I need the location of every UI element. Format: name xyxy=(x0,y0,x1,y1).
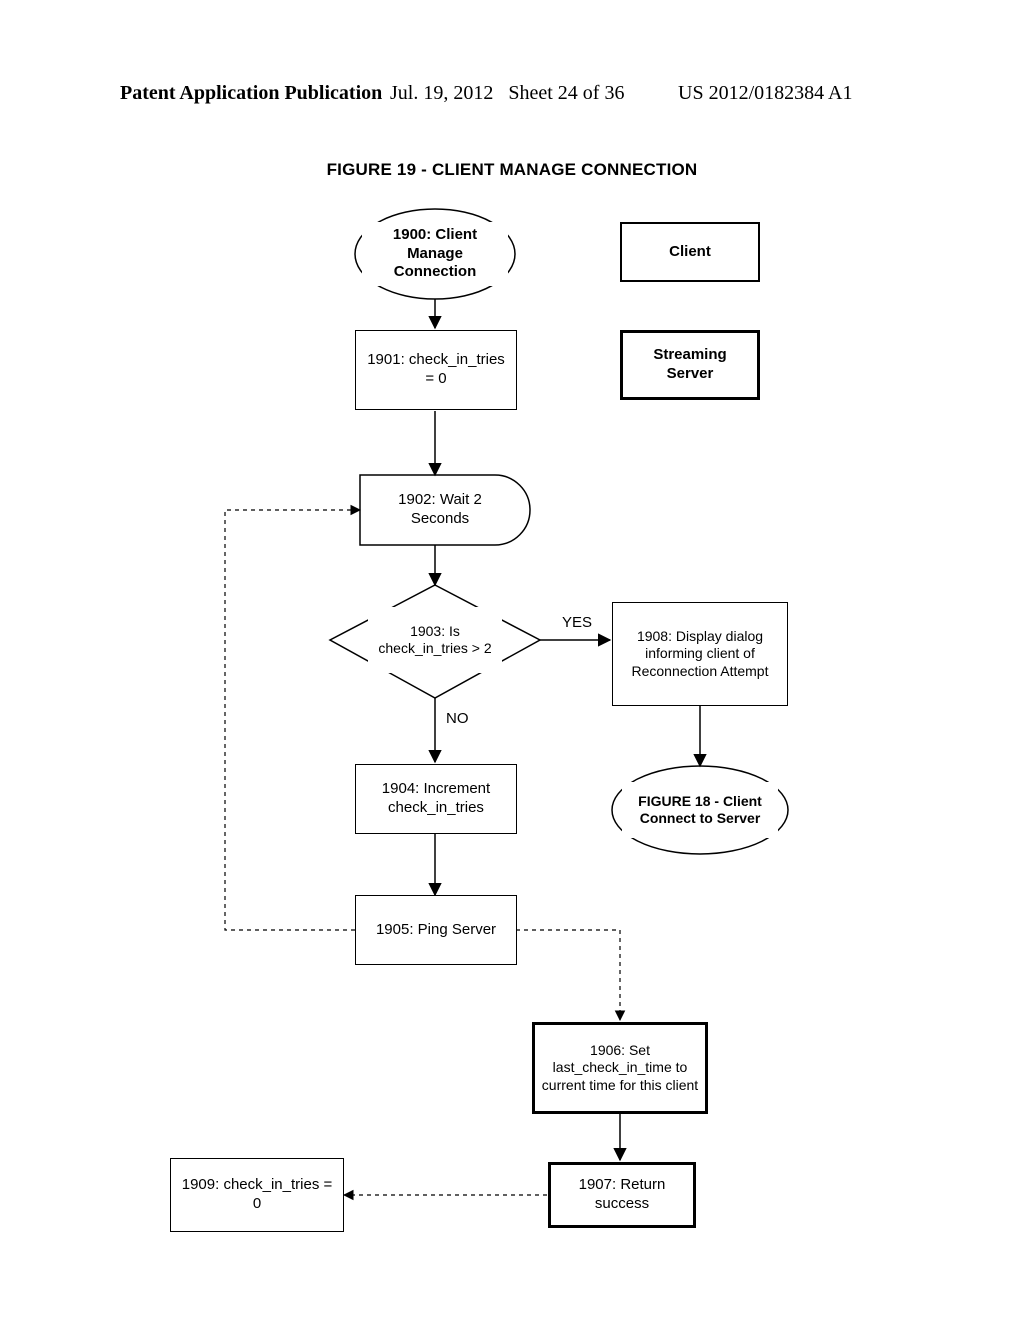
legend-server-box: Streaming Server xyxy=(620,330,760,400)
step-1905: 1905: Ping Server xyxy=(355,895,517,965)
ref-figure-18: FIGURE 18 - Client Connect to Server xyxy=(622,782,778,838)
figure-title: FIGURE 19 - CLIENT MANAGE CONNECTION xyxy=(0,160,1024,180)
step-1900: 1900: Client Manage Connection xyxy=(362,222,508,286)
step-1906: 1906: Set last_check_in_time to current … xyxy=(532,1022,708,1114)
step-1907: 1907: Return success xyxy=(548,1162,696,1228)
header-date: Jul. 19, 2012 xyxy=(390,82,493,104)
legend-client-box: Client xyxy=(620,222,760,282)
header-sheet: Sheet 24 of 36 xyxy=(508,82,624,104)
branch-yes-label: YES xyxy=(560,614,594,631)
flow-svg xyxy=(0,0,1024,1320)
header-publication-label: Patent Application Publication xyxy=(120,82,382,105)
step-1901: 1901: check_in_tries = 0 xyxy=(355,330,517,410)
header-date-sheet: Jul. 19, 2012 Sheet 24 of 36 xyxy=(390,82,624,105)
branch-no-label: NO xyxy=(444,710,471,727)
step-1903: 1903: Is check_in_tries > 2 xyxy=(368,607,502,673)
header-pubnum: US 2012/0182384 A1 xyxy=(678,82,852,105)
page-root: Patent Application Publication Jul. 19, … xyxy=(0,0,1024,1320)
step-1904: 1904: Increment check_in_tries xyxy=(355,764,517,834)
step-1902: 1902: Wait 2 Seconds xyxy=(370,487,510,533)
step-1909: 1909: check_in_tries = 0 xyxy=(170,1158,344,1232)
step-1908: 1908: Display dialog informing client of… xyxy=(612,602,788,706)
